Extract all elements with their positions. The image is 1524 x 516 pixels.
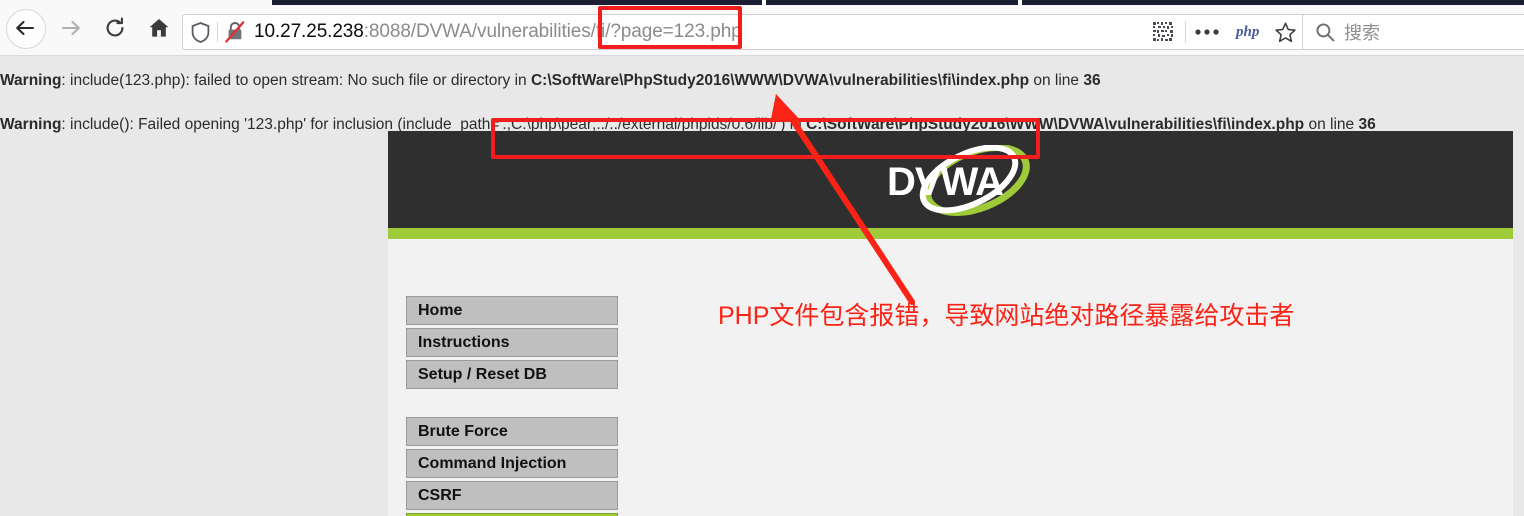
warning-text-after: on line [1029, 72, 1084, 89]
sidebar-menu-gap [406, 392, 618, 417]
php-warning-message: Warning: include(123.php): failed to ope… [0, 72, 1101, 90]
warning-text-before: : include(123.php): failed to open strea… [61, 72, 531, 89]
sidebar-item-home[interactable]: Home [406, 296, 618, 325]
address-bar[interactable]: 10.27.25.238:8088/DVWA/vulnerabilities/f… [182, 14, 1186, 50]
qr-code-glyph [1152, 22, 1173, 41]
back-button[interactable] [6, 9, 46, 49]
arrow-right-icon [61, 20, 80, 36]
star-glyph [1275, 22, 1296, 42]
ellipsis-glyph [1195, 29, 1219, 35]
search-icon [1316, 23, 1335, 42]
url-host: 10.27.25.238 [254, 21, 364, 42]
shield-icon[interactable] [183, 21, 217, 43]
home-icon [149, 19, 169, 37]
page-content: Warning: include(123.php): failed to ope… [0, 56, 1524, 516]
svg-text:DVWA: DVWA [887, 160, 1003, 204]
warning-line-number: 36 [1083, 72, 1101, 89]
warning-file-path: C:\SoftWare\PhpStudy2016\WWW\DVWA\vulner… [530, 72, 1030, 89]
shield-glyph [191, 21, 209, 43]
reload-icon [106, 17, 124, 37]
sidebar-item-brute-force[interactable]: Brute Force [406, 417, 618, 446]
forward-button[interactable] [52, 9, 90, 47]
dvwa-logo-glyph: DVWA [887, 145, 1030, 216]
warning-label: Warning [0, 116, 62, 133]
search-box[interactable]: 搜索 [1302, 14, 1524, 50]
url-path: :8088/DVWA/vulnerabilities/fi/ [363, 21, 611, 42]
reload-button[interactable] [96, 9, 134, 47]
php-extension-icon[interactable]: php [1228, 24, 1268, 41]
sidebar-item-command-injection[interactable]: Command Injection [406, 449, 618, 478]
sidebar-item-setup-reset-db[interactable]: Setup / Reset DB [406, 360, 618, 389]
sidebar-item-instructions[interactable]: Instructions [406, 328, 618, 357]
browser-chrome: 10.27.25.238:8088/DVWA/vulnerabilities/f… [0, 0, 1524, 56]
page-actions-ellipsis-icon[interactable] [1186, 28, 1227, 36]
dvwa-accent-bar [388, 228, 1513, 239]
navigation-toolbar: 10.27.25.238:8088/DVWA/vulnerabilities/f… [0, 5, 1524, 51]
star-icon[interactable] [1267, 21, 1303, 44]
lock-crossed-out-icon[interactable] [218, 20, 252, 44]
dvwa-body: Home Instructions Setup / Reset DB Brute… [388, 239, 1513, 516]
url-text[interactable]: 10.27.25.238:8088/DVWA/vulnerabilities/f… [252, 21, 742, 43]
search-input[interactable]: 搜索 [1344, 19, 1380, 45]
qr-code-icon[interactable] [1140, 21, 1185, 43]
home-button[interactable] [140, 9, 178, 47]
url-query: ?page=123.php [610, 21, 742, 42]
annotation-note: PHP文件包含报错，导致网站绝对路径暴露给攻击者 [718, 302, 1295, 330]
dvwa-logo: DVWA [873, 145, 1058, 219]
dvwa-sidebar-menu: Home Instructions Setup / Reset DB Brute… [406, 296, 618, 516]
sidebar-item-csrf[interactable]: CSRF [406, 481, 618, 510]
arrow-left-icon [16, 20, 35, 36]
address-bar-actions: php [1140, 14, 1304, 50]
php-extension-label: php [1235, 23, 1260, 40]
warning-label: Warning [0, 72, 62, 89]
lock-glyph [225, 21, 245, 43]
dvwa-header: DVWA [388, 131, 1513, 228]
